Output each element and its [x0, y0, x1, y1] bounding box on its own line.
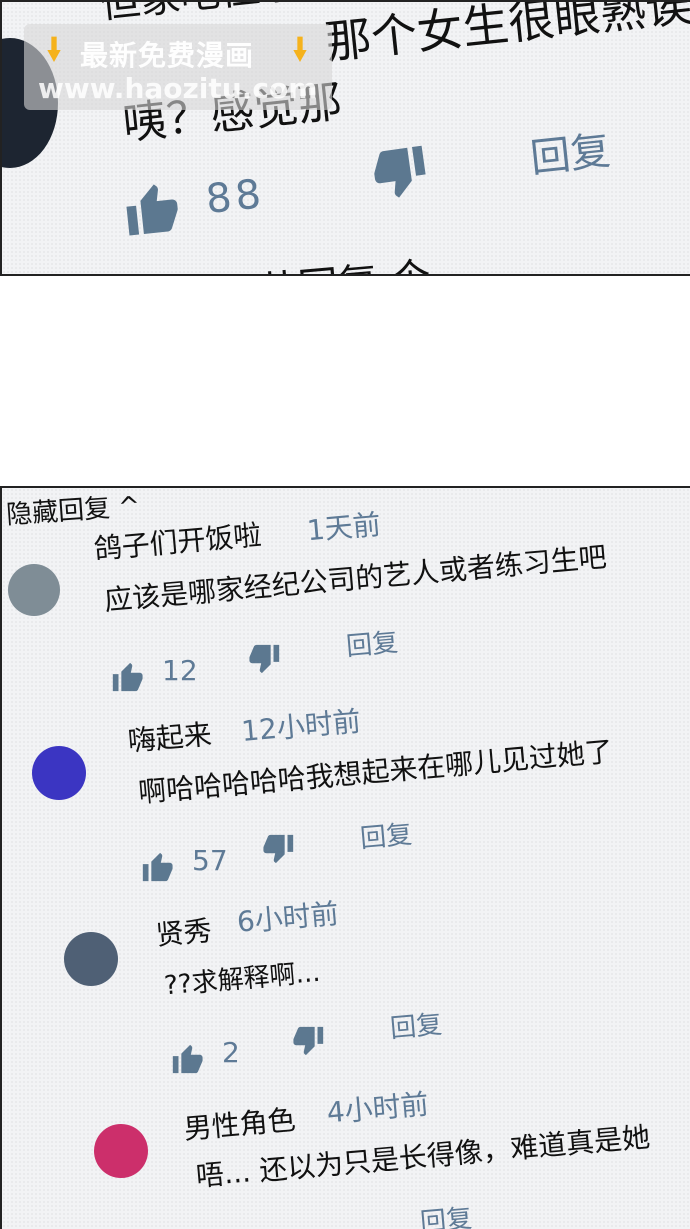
- like-count: 88: [203, 171, 268, 223]
- bottom-comment-panel: 隐藏回复 ^ 鸽子们开饭啦 1天前 应该是哪家经纪公司的艺人或者练习生吧 12 …: [0, 486, 690, 1229]
- thumbs-up-icon: [112, 662, 143, 692]
- avatar[interactable]: [32, 746, 86, 800]
- reply-button[interactable]: 回复: [527, 118, 613, 184]
- dislike-button[interactable]: [248, 642, 282, 676]
- thumbs-down-icon: [249, 644, 280, 674]
- like-count: 12: [162, 654, 198, 687]
- like-button[interactable]: [110, 660, 144, 694]
- thumbs-up-icon: [126, 184, 178, 236]
- watermark-url: www.haozitu.com: [38, 72, 318, 105]
- dislike-button[interactable]: [262, 832, 296, 866]
- comment-time: 1天前: [305, 507, 383, 548]
- watermark-title: 最新免费漫画: [80, 39, 255, 72]
- like-count: 2: [222, 1036, 240, 1069]
- reply-button[interactable]: 回复: [418, 1198, 473, 1229]
- pointing-hand-icon: [47, 36, 61, 62]
- thumbs-down-icon: [293, 1026, 324, 1056]
- reply-button[interactable]: 回复: [388, 1004, 443, 1045]
- avatar[interactable]: [64, 932, 118, 986]
- like-button[interactable]: [170, 1042, 204, 1076]
- thumbs-up-icon: [142, 852, 173, 882]
- comment-username[interactable]: 贤秀: [154, 909, 213, 954]
- avatar[interactable]: [94, 1124, 148, 1178]
- reply-button[interactable]: 回复: [358, 814, 413, 855]
- reply-button[interactable]: 回复: [344, 622, 399, 663]
- thumbs-up-icon: [172, 1044, 203, 1074]
- thumbs-down-icon: [374, 145, 426, 198]
- pointing-hand-icon: [293, 36, 307, 62]
- like-button[interactable]: [140, 850, 174, 884]
- like-count: 57: [192, 844, 228, 877]
- comment-username[interactable]: 嗨起来: [126, 713, 213, 760]
- dislike-button[interactable]: [368, 140, 434, 206]
- watermark: 最新免费漫画 www.haozitu.com: [24, 24, 332, 110]
- thumbs-down-icon: [263, 834, 294, 864]
- like-button[interactable]: [119, 177, 183, 241]
- avatar[interactable]: [8, 564, 60, 616]
- dislike-button[interactable]: [292, 1024, 326, 1058]
- top-comment-panel: 但家吧但系 那个女生很眼熟诶 咦？感觉那 88 回复 共回复 个 最新免费漫画 …: [0, 0, 690, 276]
